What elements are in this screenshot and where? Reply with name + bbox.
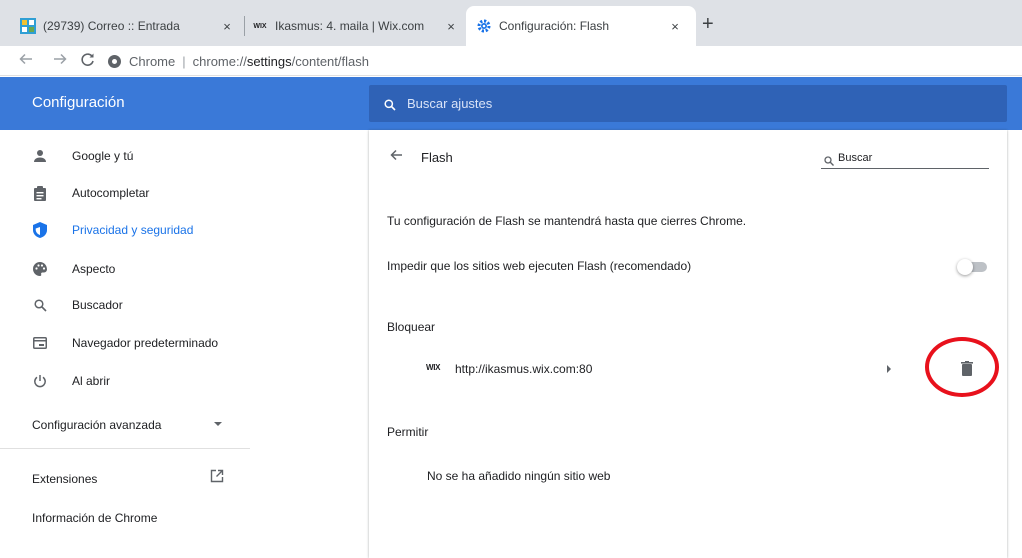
- flash-settings-card: Flash Tu configuración de Flash se mante…: [369, 130, 1007, 558]
- flash-search[interactable]: [821, 147, 989, 169]
- power-icon: [32, 373, 48, 389]
- tab-correo[interactable]: (29739) Correo :: Entrada ×: [20, 6, 242, 46]
- toggle-knob: [957, 259, 973, 275]
- browser-toolbar: Chrome | chrome://settings/content/flash: [0, 46, 1022, 76]
- blocked-site-row[interactable]: WIX http://ikasmus.wix.com:80: [369, 354, 1007, 384]
- tab-strip: (29739) Correo :: Entrada × WIX Ikasmus:…: [0, 0, 1022, 46]
- settings-title: Configuración: [32, 94, 125, 111]
- close-tab-icon[interactable]: ×: [668, 19, 682, 34]
- allow-section-heading: Permitir: [387, 425, 429, 439]
- wix-icon: WIX: [426, 363, 441, 372]
- sidebar-item-al-abrir[interactable]: Al abrir: [0, 363, 250, 399]
- block-section-heading: Bloquear: [387, 320, 436, 334]
- forward-arrow-icon[interactable]: [53, 52, 67, 70]
- blocked-site-url: http://ikasmus.wix.com:80: [455, 362, 593, 376]
- extensions-link[interactable]: Extensiones: [32, 472, 97, 486]
- back-arrow-icon[interactable]: [19, 52, 33, 70]
- open-in-new-icon[interactable]: [210, 469, 224, 483]
- tab-configuracion-flash[interactable]: Configuración: Flash ×: [466, 6, 696, 46]
- sidebar-item-label: Aspecto: [72, 262, 116, 276]
- about-chrome-link[interactable]: Información de Chrome: [32, 511, 157, 525]
- flash-notice: Tu configuración de Flash se mantendrá h…: [387, 214, 747, 228]
- sidebar-item-privacidad[interactable]: Privacidad y seguridad: [0, 212, 250, 248]
- close-tab-icon[interactable]: ×: [220, 19, 234, 34]
- browser-window-icon: [32, 335, 48, 351]
- expand-arrow-icon[interactable]: [887, 365, 891, 373]
- tab-title: (29739) Correo :: Entrada: [43, 19, 180, 33]
- advanced-settings-toggle[interactable]: Configuración avanzada: [32, 418, 161, 432]
- search-icon: [384, 98, 396, 111]
- sidebar-divider: [0, 448, 250, 449]
- sidebar-item-buscador[interactable]: Buscador: [0, 287, 250, 323]
- sidebar-item-navegador-predeterminado[interactable]: Navegador predeterminado: [0, 325, 250, 361]
- close-tab-icon[interactable]: ×: [444, 19, 458, 34]
- sidebar-item-label: Google y tú: [72, 149, 134, 163]
- sidebar-item-label: Autocompletar: [72, 186, 150, 200]
- tab-title: Configuración: Flash: [499, 19, 610, 33]
- url-path: settings: [246, 53, 292, 69]
- flash-search-input[interactable]: [838, 151, 978, 164]
- annotation-circle: [925, 337, 999, 397]
- settings-header: Configuración: [0, 77, 1022, 130]
- block-flash-toggle[interactable]: [957, 259, 987, 275]
- settings-search-input[interactable]: [407, 96, 967, 111]
- wix-icon: WIX: [253, 22, 267, 30]
- new-tab-button[interactable]: +: [702, 14, 714, 34]
- allow-empty-message: No se ha añadido ningún sitio web: [427, 469, 611, 483]
- address-separator: |: [182, 53, 186, 69]
- sidebar-item-autocompletar[interactable]: Autocompletar: [0, 175, 250, 211]
- sidebar-item-label: Al abrir: [72, 374, 111, 388]
- sidebar-item-aspecto[interactable]: Aspecto: [0, 251, 250, 287]
- url-rest: /content/flash: [291, 53, 369, 69]
- settings-gear-icon: [476, 18, 492, 34]
- search-icon: [824, 153, 834, 166]
- block-flash-label: Impedir que los sitios web ejecuten Flas…: [387, 259, 692, 273]
- back-arrow-icon[interactable]: [389, 148, 403, 162]
- page-title: Flash: [421, 150, 453, 165]
- clipboard-icon: [32, 185, 48, 201]
- url-prefix: chrome://: [192, 53, 247, 69]
- sidebar-item-label: Navegador predeterminado: [72, 336, 219, 350]
- address-bar[interactable]: Chrome | chrome://settings/content/flash: [108, 51, 369, 71]
- sidebar-item-label: Buscador: [72, 298, 123, 312]
- tab-title: Ikasmus: 4. maila | Wix.com: [275, 19, 425, 33]
- sidebar: Google y tú Autocompletar Privacidad y s…: [0, 130, 250, 558]
- reload-icon[interactable]: [80, 52, 95, 71]
- shield-icon: [32, 222, 48, 238]
- address-bar-label: Chrome: [129, 53, 176, 69]
- tab-wix[interactable]: WIX Ikasmus: 4. maila | Wix.com ×: [252, 6, 464, 46]
- mail-app-icon: [20, 18, 36, 34]
- settings-search[interactable]: [369, 85, 1007, 122]
- person-icon: [32, 148, 48, 164]
- sidebar-item-label: Privacidad y seguridad: [72, 223, 194, 237]
- chevron-down-icon[interactable]: [214, 422, 222, 426]
- search-icon: [32, 297, 48, 313]
- tab-divider: [244, 16, 245, 36]
- chrome-logo-icon: [108, 54, 121, 68]
- palette-icon: [32, 261, 48, 277]
- sidebar-item-google-y-tu[interactable]: Google y tú: [0, 138, 250, 174]
